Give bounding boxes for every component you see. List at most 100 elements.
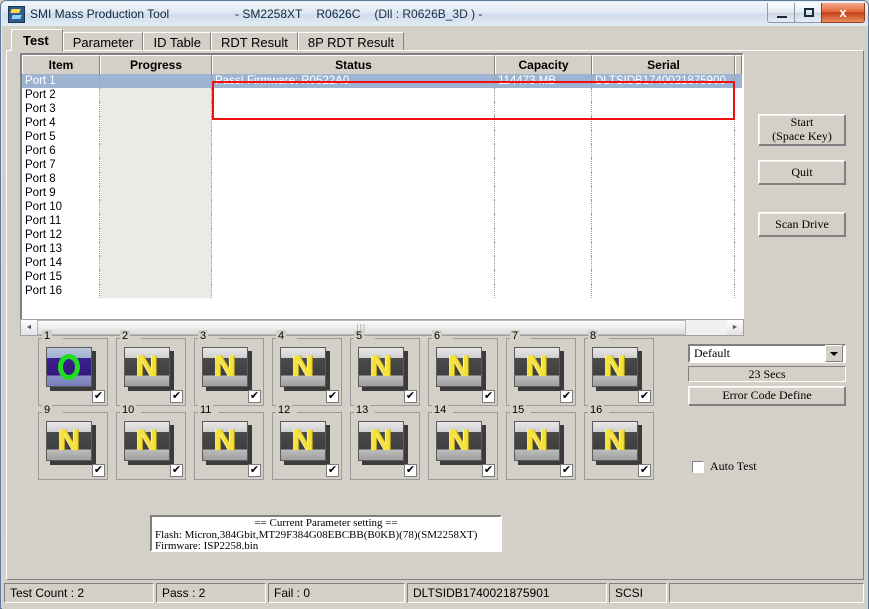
drive-status-letter: N (359, 422, 403, 460)
drive-tile-checkbox[interactable]: ✔ (638, 390, 651, 403)
drive-status-letter: N (515, 422, 559, 460)
scrollbar-track[interactable]: ||| (37, 320, 727, 335)
drive-tile[interactable]: 14N✔ (428, 412, 498, 480)
drive-tile[interactable]: 5N✔ (350, 338, 420, 406)
tab-8p-rdt-result[interactable]: 8P RDT Result (298, 32, 404, 51)
scan-drive-button[interactable]: Scan Drive (758, 212, 846, 237)
drive-tile-checkbox[interactable]: ✔ (170, 464, 183, 477)
cell-filler (735, 144, 742, 158)
screenshot-root: SMI Mass Production Tool - SM2258XT R062… (0, 0, 869, 609)
drive-tile[interactable]: 9N✔ (38, 412, 108, 480)
drive-tile-checkbox[interactable]: ✔ (326, 464, 339, 477)
cell-serial (592, 130, 735, 144)
table-row[interactable]: Port 12 (22, 228, 742, 242)
cell-progress (100, 284, 212, 298)
auto-test-checkbox-group[interactable]: Auto Test (692, 459, 757, 474)
drive-tile[interactable]: 6N✔ (428, 338, 498, 406)
table-row[interactable]: Port 5 (22, 130, 742, 144)
drive-status-letter: N (47, 422, 91, 460)
profile-dropdown[interactable]: Default (688, 344, 846, 363)
drive-tile-checkbox[interactable]: ✔ (170, 390, 183, 403)
drive-tile-checkbox[interactable]: ✔ (92, 390, 105, 403)
cell-progress (100, 88, 212, 102)
drive-tile[interactable]: 3N✔ (194, 338, 264, 406)
drive-tile[interactable]: 12N✔ (272, 412, 342, 480)
drive-tile[interactable]: 7N✔ (506, 338, 576, 406)
cell-capacity (495, 116, 592, 130)
table-row[interactable]: Port 10 (22, 200, 742, 214)
drive-tile-checkbox[interactable]: ✔ (560, 390, 573, 403)
table-row[interactable]: Port 2 (22, 88, 742, 102)
column-header-serial[interactable]: Serial (592, 55, 735, 74)
tab-id-table[interactable]: ID Table (143, 32, 210, 51)
drive-tile[interactable]: 15N✔ (506, 412, 576, 480)
column-header-progress[interactable]: Progress (100, 55, 212, 74)
column-header-capacity[interactable]: Capacity (495, 55, 592, 74)
table-row[interactable]: Port 1Pass! Firmware: R0522A0114473 MBDL… (22, 74, 742, 88)
table-row[interactable]: Port 9 (22, 186, 742, 200)
drive-tile-checkbox[interactable]: ✔ (638, 464, 651, 477)
table-row[interactable]: Port 16 (22, 284, 742, 298)
drive-status-letter: N (203, 348, 247, 386)
drive-icon-face: N (514, 421, 560, 461)
drive-tile-checkbox[interactable]: ✔ (482, 464, 495, 477)
table-row[interactable]: Port 15 (22, 270, 742, 284)
cell-filler (735, 130, 742, 144)
cell-serial (592, 228, 735, 242)
scroll-right-button[interactable]: ► (727, 320, 743, 335)
scroll-left-button[interactable]: ◄ (21, 320, 37, 335)
drive-tile-number: 4 (276, 330, 286, 342)
close-button[interactable]: x (821, 3, 865, 23)
drive-tile-checkbox[interactable]: ✔ (404, 464, 417, 477)
cell-status (212, 130, 495, 144)
auto-test-checkbox[interactable] (692, 461, 704, 473)
drive-tile-checkbox[interactable]: ✔ (404, 390, 417, 403)
status-bar: Test Count : 2 Pass : 2 Fail : 0 DLTSIDB… (4, 582, 866, 604)
table-row[interactable]: Port 11 (22, 214, 742, 228)
table-row[interactable]: Port 6 (22, 144, 742, 158)
error-code-define-button[interactable]: Error Code Define (688, 386, 846, 406)
tab-parameter[interactable]: Parameter (63, 32, 144, 51)
drive-tile[interactable]: 10N✔ (116, 412, 186, 480)
maximize-button[interactable] (794, 3, 822, 23)
auto-test-label: Auto Test (710, 459, 757, 474)
start-button[interactable]: Start (Space Key) (758, 114, 846, 146)
minimize-button[interactable] (767, 3, 795, 23)
drive-status-letter: N (593, 422, 637, 460)
table-row[interactable]: Port 4 (22, 116, 742, 130)
quit-button[interactable]: Quit (758, 160, 846, 185)
tab-rdt-result[interactable]: RDT Result (211, 32, 298, 51)
table-row[interactable]: Port 13 (22, 242, 742, 256)
column-header-status[interactable]: Status (212, 55, 495, 74)
drive-tile-number: 8 (588, 330, 598, 342)
drive-tile-checkbox[interactable]: ✔ (248, 390, 261, 403)
table-row[interactable]: Port 8 (22, 172, 742, 186)
drive-tile-checkbox[interactable]: ✔ (248, 464, 261, 477)
drive-tile[interactable]: 13N✔ (350, 412, 420, 480)
cell-item: Port 3 (22, 102, 100, 116)
port-status-table[interactable]: Item Progress Status Capacity Serial Por… (20, 53, 744, 321)
drive-tile[interactable]: 1✔ (38, 338, 108, 406)
cell-progress (100, 158, 212, 172)
drive-tile-checkbox[interactable]: ✔ (560, 464, 573, 477)
column-header-item[interactable]: Item (22, 55, 100, 74)
table-row[interactable]: Port 14 (22, 256, 742, 270)
drive-tile-checkbox[interactable]: ✔ (92, 464, 105, 477)
drive-tile-checkbox[interactable]: ✔ (326, 390, 339, 403)
table-row[interactable]: Port 3 (22, 102, 742, 116)
close-icon: x (822, 3, 864, 22)
drive-tile-checkbox[interactable]: ✔ (482, 390, 495, 403)
cell-item: Port 11 (22, 214, 100, 228)
drive-tile[interactable]: 2N✔ (116, 338, 186, 406)
drive-tile[interactable]: 8N✔ (584, 338, 654, 406)
table-row[interactable]: Port 7 (22, 158, 742, 172)
chevron-down-icon[interactable] (825, 345, 843, 362)
drive-tile[interactable]: 16N✔ (584, 412, 654, 480)
tab-test[interactable]: Test (11, 29, 63, 51)
drive-tile[interactable]: 4N✔ (272, 338, 342, 406)
drive-icon: N (202, 347, 252, 391)
window-title: SMI Mass Production Tool (30, 7, 169, 21)
cell-filler (735, 270, 742, 284)
cell-capacity (495, 200, 592, 214)
drive-tile[interactable]: 11N✔ (194, 412, 264, 480)
